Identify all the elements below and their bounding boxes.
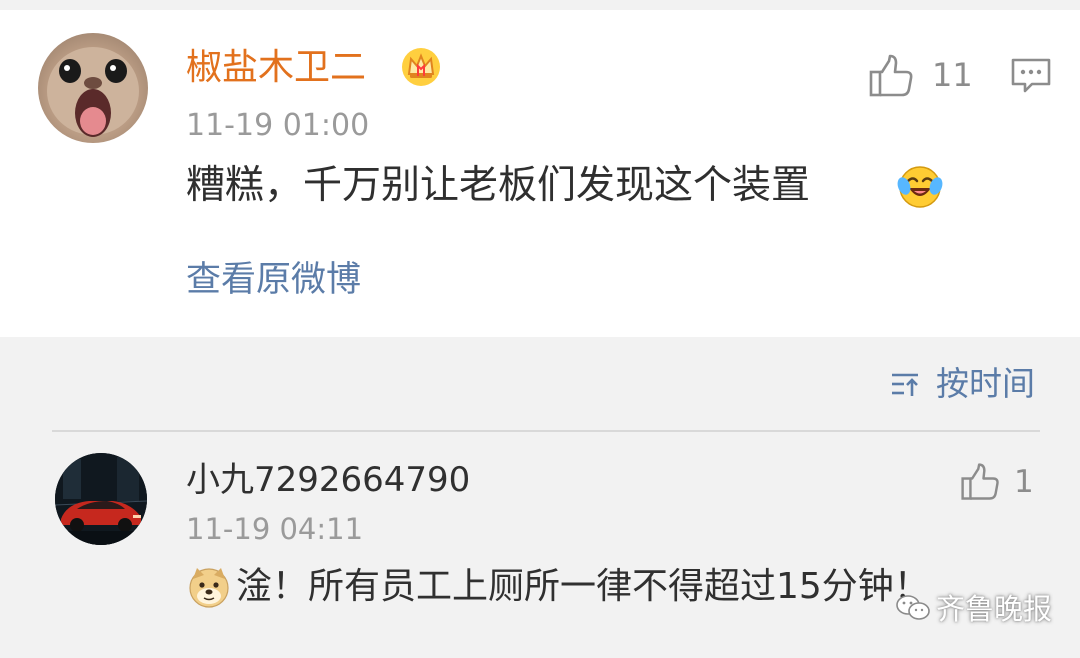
- comment-text-main: 糟糕，千万别让老板们发现这个装置: [186, 163, 811, 208]
- username-main[interactable]: 椒盐木卫二: [186, 44, 366, 92]
- like-count-reply: 1: [1014, 464, 1034, 500]
- doge-emoji-icon: [187, 565, 231, 609]
- avatar-reply[interactable]: [55, 453, 147, 545]
- laughing-crying-emoji-icon: [896, 162, 944, 210]
- timestamp-main: 11-19 01:00: [186, 108, 370, 143]
- divider: [52, 430, 1040, 432]
- thumbs-up-icon[interactable]: [960, 462, 1000, 502]
- avatar-main[interactable]: [38, 33, 148, 143]
- sort-by-time-button[interactable]: 按时间: [936, 362, 1035, 406]
- cat-avatar-image: [47, 47, 139, 137]
- like-count-main: 11: [932, 56, 973, 94]
- view-original-link[interactable]: 查看原微博: [186, 256, 361, 304]
- top-strip: [0, 0, 1080, 10]
- thumbs-up-icon[interactable]: [868, 53, 914, 99]
- username-reply[interactable]: 小九7292664790: [186, 457, 470, 503]
- timestamp-reply: 11-19 04:11: [186, 512, 364, 546]
- watermark-text: 齐鲁晚报: [936, 592, 1053, 626]
- comment-text-reply: 淦！所有员工上厕所一律不得超过15分钟！: [236, 566, 930, 607]
- sort-lines-icon[interactable]: [890, 370, 920, 398]
- comment-icon[interactable]: [1010, 57, 1052, 95]
- wechat-icon: [895, 594, 931, 622]
- car-avatar-image: [55, 453, 147, 545]
- crown-badge-icon: [400, 46, 442, 88]
